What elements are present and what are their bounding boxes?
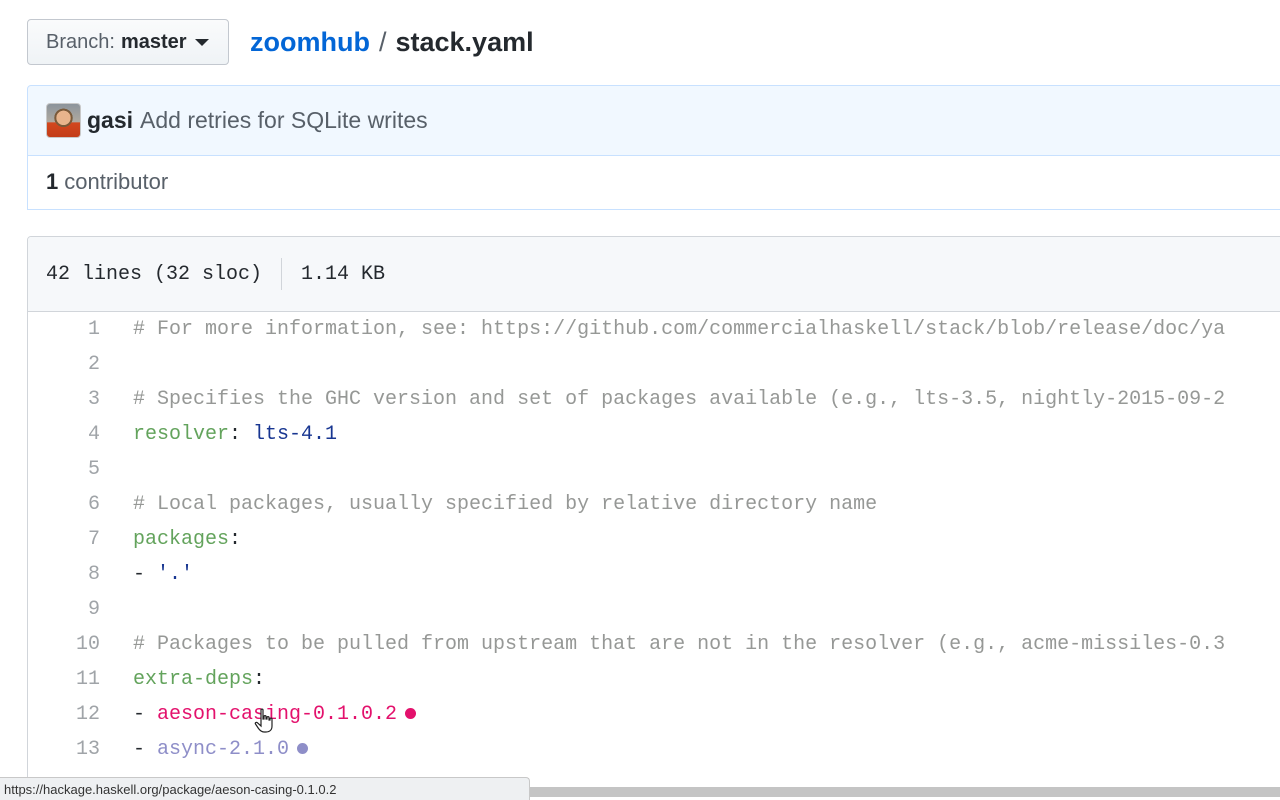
contributors-bar[interactable]: 1 contributor <box>27 155 1280 210</box>
line-content: extra-deps: <box>133 668 265 691</box>
breadcrumb-repo-link[interactable]: zoomhub <box>250 24 370 60</box>
yaml-colon: : <box>229 423 254 446</box>
code-line: 6 # Local packages, usually specified by … <box>28 487 1280 522</box>
yaml-key: packages <box>133 528 230 551</box>
contributor-count: 1 <box>46 169 59 194</box>
file-info-header: 42 lines (32 sloc) 1.14 KB <box>28 237 1280 312</box>
yaml-list-dash: - <box>133 738 158 761</box>
line-number[interactable]: 10 <box>28 633 100 656</box>
code-area: 1 # For more information, see: https://gi… <box>28 312 1280 767</box>
branch-selector-button[interactable]: Branch: master <box>27 19 229 65</box>
yaml-comment: # For more information, see: https://git… <box>133 318 1226 341</box>
line-number[interactable]: 12 <box>28 703 100 726</box>
code-line: 10 # Packages to be pulled from upstream … <box>28 627 1280 662</box>
code-line: 7 packages: <box>28 522 1280 557</box>
code-line: 2 <box>28 347 1280 382</box>
hand-cursor-icon <box>254 708 273 733</box>
package-link[interactable]: aeson-casing-0.1.0.2 <box>157 703 397 726</box>
line-number[interactable]: 4 <box>28 423 100 446</box>
code-line: 5 <box>28 452 1280 487</box>
yaml-value: lts-4.1 <box>253 423 338 446</box>
latest-commit-bar: gasi Add retries for SQLite writes <box>27 85 1280 156</box>
line-content: # Local packages, usually specified by r… <box>133 493 877 516</box>
package-link[interactable]: async-2.1.0 <box>157 738 289 761</box>
line-content: packages: <box>133 528 241 551</box>
code-line: 8 - '.' <box>28 557 1280 592</box>
status-bar-url: https://hackage.haskell.org/package/aeso… <box>0 777 530 800</box>
code-line: 4 resolver: lts-4.1 <box>28 417 1280 452</box>
file-size: 1.14 KB <box>301 262 386 286</box>
breadcrumb-file-name: stack.yaml <box>395 27 534 57</box>
yaml-comment: # Local packages, usually specified by r… <box>133 493 878 516</box>
line-content: # For more information, see: https://git… <box>133 318 1225 341</box>
line-number[interactable]: 7 <box>28 528 100 551</box>
line-content: resolver: lts-4.1 <box>133 423 337 446</box>
yaml-key: extra-deps <box>133 668 254 691</box>
link-indicator-dot-icon <box>405 708 417 720</box>
branch-name: master <box>120 30 187 53</box>
yaml-key: resolver <box>133 423 230 446</box>
file-line-count: 42 lines (32 sloc) <box>46 262 263 286</box>
line-number[interactable]: 11 <box>28 668 100 691</box>
code-line: 1 # For more information, see: https://gi… <box>28 312 1280 347</box>
yaml-list-dash: - <box>133 703 158 726</box>
yaml-comment: # Packages to be pulled from upstream th… <box>133 633 1226 656</box>
line-number[interactable]: 13 <box>28 738 100 761</box>
line-content: # Specifies the GHC version and set of p… <box>133 388 1225 411</box>
yaml-colon: : <box>229 528 242 551</box>
line-number[interactable]: 8 <box>28 563 100 586</box>
line-number[interactable]: 5 <box>28 458 100 481</box>
file-info-divider <box>281 258 283 290</box>
horizontal-scrollbar[interactable] <box>530 787 1280 797</box>
link-indicator-dot-icon <box>297 743 309 755</box>
line-number[interactable]: 3 <box>28 388 100 411</box>
code-line: 11 extra-deps: <box>28 662 1280 697</box>
commit-message-link[interactable]: Add retries for SQLite writes <box>140 107 428 134</box>
yaml-list-dash: - <box>133 563 158 586</box>
line-content: # Packages to be pulled from upstream th… <box>133 633 1225 656</box>
line-content: - async-2.1.0 <box>133 738 309 761</box>
yaml-value: '.' <box>157 563 194 586</box>
yaml-colon: : <box>253 668 266 691</box>
code-line: 9 <box>28 592 1280 627</box>
code-line: 3 # Specifies the GHC version and set of … <box>28 382 1280 417</box>
file-viewer: 42 lines (32 sloc) 1.14 KB 1 # For more i… <box>27 236 1280 796</box>
yaml-comment: # Specifies the GHC version and set of p… <box>133 388 1226 411</box>
line-number[interactable]: 6 <box>28 493 100 516</box>
breadcrumb-separator: / <box>378 27 387 57</box>
contributor-label: contributor <box>64 169 169 194</box>
line-number[interactable]: 2 <box>28 353 100 376</box>
line-number[interactable]: 1 <box>28 318 100 341</box>
line-number[interactable]: 9 <box>28 598 100 621</box>
code-line: 12 - aeson-casing-0.1.0.2 <box>28 697 1280 732</box>
code-line: 13 - async-2.1.0 <box>28 732 1280 767</box>
commit-author-link[interactable]: gasi <box>87 107 133 134</box>
branch-label: Branch: <box>46 30 115 53</box>
line-content: - '.' <box>133 563 193 586</box>
avatar[interactable] <box>46 103 81 138</box>
caret-down-icon <box>194 38 209 46</box>
breadcrumb: zoomhub / stack.yaml <box>250 24 534 60</box>
